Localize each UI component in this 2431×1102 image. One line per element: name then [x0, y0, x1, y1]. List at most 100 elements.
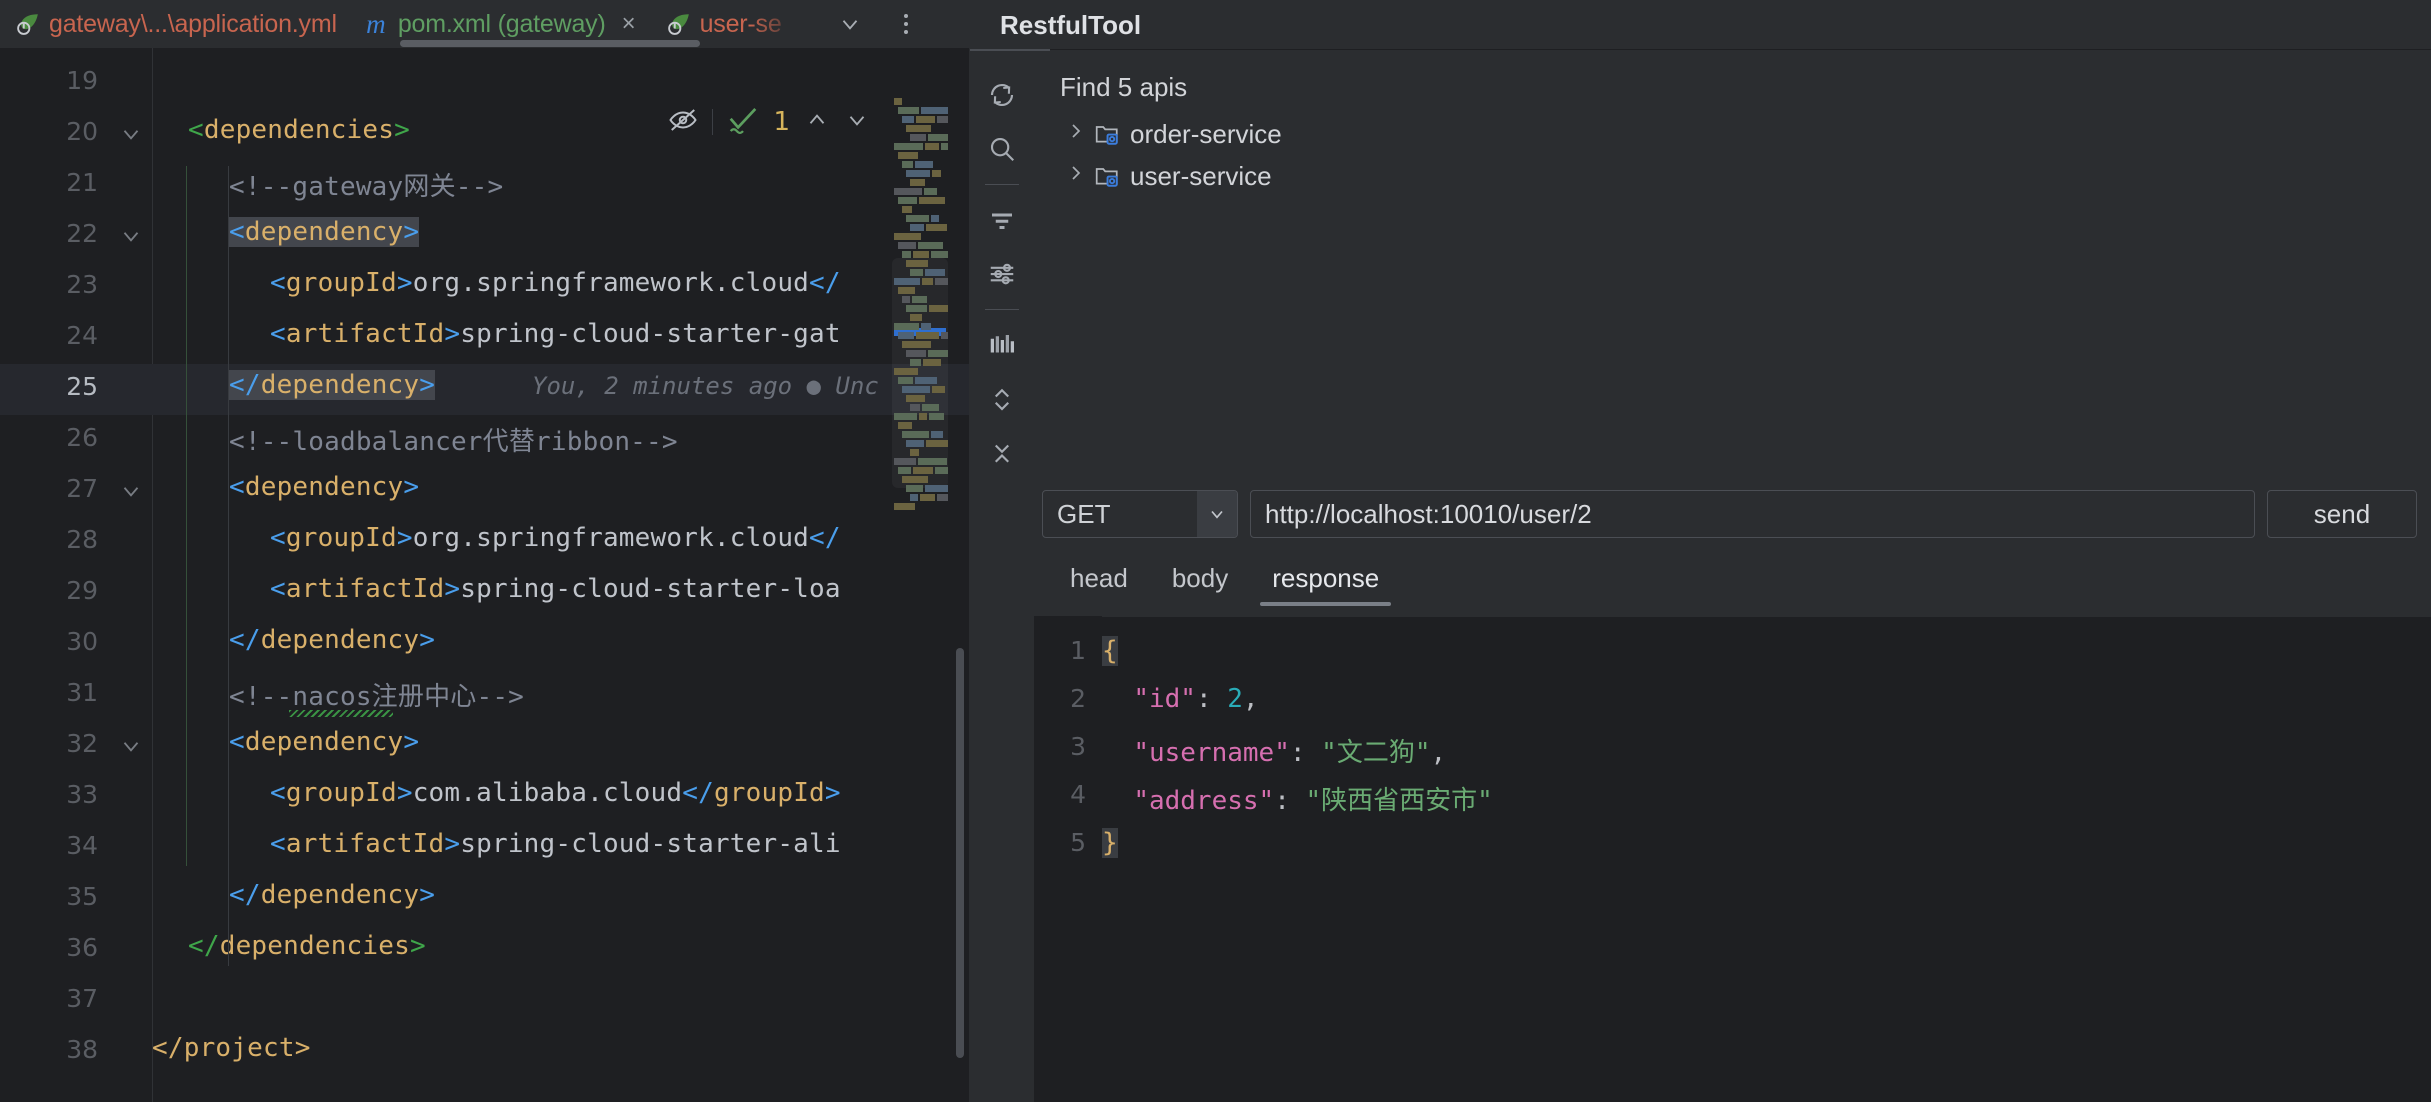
code-line[interactable]: <dependency> [152, 211, 970, 262]
settings-sliders-icon[interactable] [979, 247, 1025, 301]
chevron-down-icon[interactable] [826, 0, 874, 48]
spring-leaf-icon [14, 11, 40, 37]
fold-chevron-icon[interactable] [118, 478, 144, 504]
code-line[interactable]: <dependency> [152, 466, 970, 517]
response-json-line[interactable]: { [1102, 636, 1118, 666]
code-token: < [229, 727, 245, 757]
more-vertical-icon[interactable] [882, 0, 930, 48]
response-line-number: 5 [1070, 828, 1086, 857]
code-token: spring-cloud-starter-ali [460, 829, 841, 859]
code-line[interactable]: <artifactId>spring-cloud-starter-loa [152, 568, 970, 619]
refresh-icon[interactable] [979, 68, 1025, 122]
code-line[interactable]: <!--nacos注册中心--> [152, 670, 970, 721]
response-tab-body[interactable]: body [1152, 555, 1248, 606]
eye-off-icon[interactable] [668, 105, 698, 140]
minimap-code-row [910, 449, 919, 456]
url-input[interactable]: http://localhost:10010/user/2 [1250, 490, 2255, 538]
code-token: org.springframework.cloud [412, 523, 810, 553]
minimap-code-row [894, 188, 922, 195]
code-token: </ [229, 625, 261, 655]
check-with-squiggle-icon[interactable] [727, 105, 759, 140]
minimap-code-row [926, 224, 947, 231]
chevron-right-icon[interactable] [1068, 163, 1084, 189]
line-number: 34 [66, 831, 98, 860]
editor-tab-bar: gateway\...\application.yml m pom.xml (gat… [0, 0, 970, 48]
send-button[interactable]: send [2267, 490, 2417, 538]
code-token: > [824, 778, 841, 808]
response-json-line[interactable]: } [1102, 828, 1118, 858]
json-token: 2 [1227, 684, 1243, 714]
line-number: 35 [66, 882, 98, 911]
fold-chevron-icon[interactable] [118, 223, 144, 249]
chevron-right-icon[interactable] [1068, 121, 1084, 147]
minimap-code-row [906, 125, 931, 132]
code-line[interactable]: <artifactId>spring-cloud-starter-gat [152, 313, 970, 364]
tab-bar-horizontal-scrollbar[interactable] [400, 40, 700, 47]
code-line[interactable]: <groupId>org.springframework.cloud</ [152, 262, 970, 313]
code-line[interactable]: <!--gateway网关--> [152, 160, 970, 211]
code-line[interactable]: </dependency> [152, 619, 970, 670]
code-line[interactable]: <artifactId>spring-cloud-starter-ali [152, 823, 970, 874]
minimap-code-row [925, 143, 939, 150]
tool-sidebar [970, 50, 1034, 1102]
service-tree-item-user-service[interactable]: user-service [1046, 155, 2431, 197]
minimap-code-row [937, 494, 948, 501]
editor-tab-1[interactable]: gateway\...\application.yml [0, 0, 349, 48]
code-token: com.alibaba.cloud [412, 778, 683, 808]
code-line[interactable]: </dependency> [152, 874, 970, 925]
response-tab-response[interactable]: response [1252, 555, 1399, 606]
filter-icon[interactable] [979, 193, 1025, 247]
response-viewer-border [1034, 616, 2431, 617]
code-token: < [270, 319, 286, 349]
response-json-line[interactable]: "id": 2, [1102, 684, 1258, 714]
code-line[interactable]: <dependency> [152, 721, 970, 772]
code-token: <!--nacos注册中心--> [229, 682, 525, 712]
code-minimap[interactable] [892, 96, 948, 516]
code-line[interactable]: <!--loadbalancer代替ribbon--> [152, 415, 970, 466]
git-blame-annotation[interactable]: You, 2 minutes ago ● Unc [532, 372, 879, 400]
minimap-code-row [935, 467, 948, 474]
code-token: > [444, 574, 461, 604]
code-line[interactable]: </dependencies> [152, 925, 970, 976]
code-token: > [396, 778, 413, 808]
indent-guide [186, 166, 187, 866]
search-icon[interactable] [979, 122, 1025, 176]
line-number: 25 [66, 372, 98, 401]
close-icon[interactable]: × [619, 12, 639, 36]
inspection-widget[interactable]: 1 [668, 102, 870, 142]
chevron-up-icon[interactable] [804, 107, 830, 138]
line-number: 30 [66, 627, 98, 656]
bar-chart-icon[interactable] [979, 318, 1025, 372]
code-line[interactable] [152, 976, 970, 1027]
line-number: 32 [66, 729, 98, 758]
response-viewer[interactable]: 1 {2 "id": 2, 3 "username": "文二狗", 4 "addre… [1034, 616, 2431, 1102]
minimap-code-row [906, 350, 926, 357]
minimap-code-row [922, 278, 933, 285]
response-json-line[interactable]: "address": "陕西省西安市" [1102, 780, 1493, 817]
minimap-code-row [910, 494, 918, 501]
fold-chevron-icon[interactable] [118, 733, 144, 759]
method-select[interactable]: GET [1042, 490, 1238, 538]
fold-chevron-icon[interactable] [118, 121, 144, 147]
tool-window-body: Find 5 apis order-service user-service GE… [970, 50, 2431, 1102]
collapse-all-icon[interactable] [979, 426, 1025, 480]
editor-vertical-scrollbar[interactable] [956, 648, 964, 1058]
code-editor-area[interactable]: 19 20 <dependencies> 21 <!--gateway网关--> 22 <d… [0, 48, 970, 1102]
minimap-code-row [906, 305, 927, 312]
code-token: artifactId [285, 574, 445, 604]
app-window: gateway\...\application.yml m pom.xml (gat… [0, 0, 2431, 1102]
minimap-code-row [902, 476, 928, 483]
code-token: groupId [285, 268, 397, 298]
code-line[interactable]: <groupId>com.alibaba.cloud</groupId> [152, 772, 970, 823]
response-line-number: 3 [1070, 732, 1086, 761]
response-json-line[interactable]: "username": "文二狗", [1102, 732, 1446, 769]
minimap-code-row [916, 116, 935, 123]
expand-all-icon[interactable] [979, 372, 1025, 426]
service-tree-item-order-service[interactable]: order-service [1046, 113, 2431, 155]
spellcheck-squiggle [289, 710, 393, 717]
response-tab-head[interactable]: head [1050, 555, 1148, 606]
code-line[interactable]: </project> [152, 1027, 970, 1078]
chevron-down-icon[interactable] [844, 107, 870, 138]
chevron-down-icon[interactable] [1197, 491, 1237, 537]
code-line[interactable]: <groupId>org.springframework.cloud</ [152, 517, 970, 568]
